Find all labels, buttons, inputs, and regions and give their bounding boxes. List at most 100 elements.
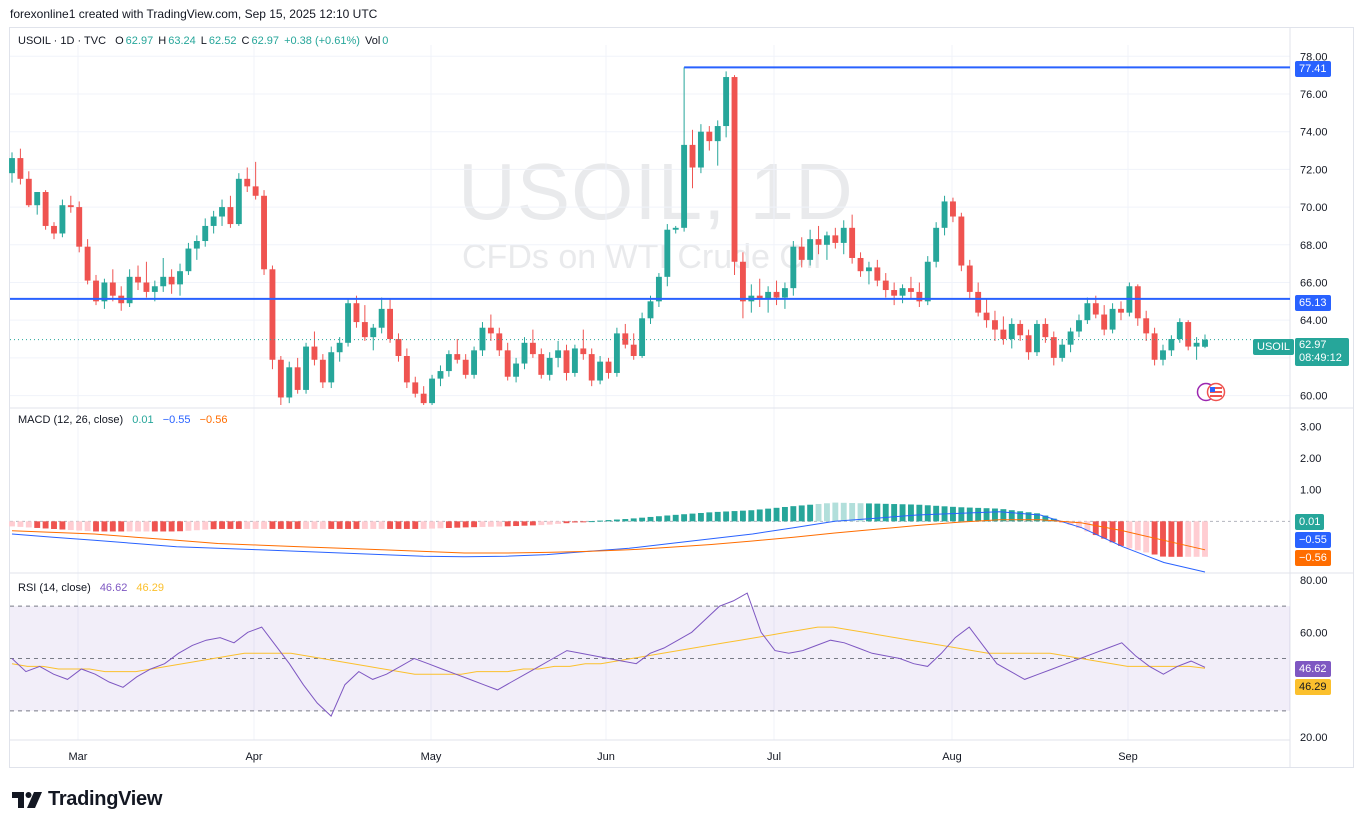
candle-body	[1034, 323, 1040, 353]
candle-body	[479, 327, 486, 351]
candle-body	[975, 291, 982, 313]
macd-histogram-bar	[286, 521, 293, 529]
candle-body	[513, 363, 520, 377]
candle-body	[193, 241, 200, 249]
macd-histogram-bar	[924, 505, 931, 522]
candle-body	[1017, 323, 1024, 336]
signal-line-tag: −0.56	[1295, 550, 1331, 566]
candle-body	[1092, 303, 1099, 315]
candle-body	[1193, 342, 1200, 347]
time-axis-tick: May	[421, 751, 442, 763]
macd-histogram-bar	[151, 521, 158, 532]
candle-body	[823, 235, 830, 245]
candle-body	[277, 359, 284, 398]
candle-body	[647, 301, 654, 319]
macd-histogram-bar	[706, 512, 713, 522]
candle-body	[445, 354, 452, 372]
macd-histogram-bar	[235, 521, 242, 529]
candle-body	[462, 359, 469, 375]
candle-body	[966, 265, 973, 292]
candle-body	[798, 246, 805, 260]
candle-body	[899, 288, 906, 296]
price-axis-tick: 70.00	[1300, 202, 1328, 214]
candle-body	[471, 350, 478, 375]
candle-body	[269, 269, 276, 360]
candle-body	[504, 350, 511, 377]
macd-histogram-bar	[412, 521, 419, 529]
brand-name: TradingView	[48, 788, 163, 810]
price-axis-tick: 68.00	[1300, 240, 1328, 252]
time-axis-tick: Mar	[69, 751, 88, 763]
candle-body	[210, 216, 217, 226]
legend-volume: 0	[382, 35, 389, 47]
macd-histogram-bar	[538, 521, 545, 526]
macd-histogram-bar	[798, 505, 805, 522]
rsi-legend-ma: 46.29	[136, 582, 164, 594]
macd-legend: MACD (12, 26, close) 0.01 −0.55 −0.56	[18, 414, 229, 426]
candle-body	[1050, 337, 1057, 358]
macd-histogram-bar	[546, 521, 553, 525]
candle-body	[252, 186, 259, 196]
macd-legend-hist: 0.01	[132, 414, 154, 426]
macd-histogram-bar	[857, 503, 864, 522]
candle-body	[849, 227, 856, 258]
candle-body	[681, 144, 688, 228]
macd-histogram-bar	[336, 521, 343, 529]
candle-body	[1151, 333, 1158, 360]
macd-histogram-bar	[504, 521, 511, 527]
rsi-legend: RSI (14, close) 46.62 46.29	[18, 582, 166, 594]
candle-body	[1008, 323, 1015, 340]
macd-histogram-bar	[25, 521, 32, 528]
macd-histogram-bar	[681, 514, 688, 522]
macd-histogram-bar	[723, 511, 730, 522]
candle-body	[151, 286, 158, 292]
macd-histogram-bar	[84, 521, 91, 532]
candle-body	[387, 308, 394, 340]
candle-body	[891, 290, 898, 296]
candle-body	[42, 192, 49, 226]
us-event-flag-icon[interactable]	[1196, 382, 1228, 402]
macd-histogram-bar	[823, 503, 830, 522]
legend-low: 62.52	[208, 35, 237, 47]
macd-histogram-bar	[496, 521, 503, 527]
candle-body	[487, 327, 494, 334]
candle-body	[235, 178, 242, 225]
rsi-axis-tick: 80.00	[1300, 575, 1328, 587]
price-axis-tick: 76.00	[1300, 89, 1328, 101]
last-price-tag: 62.97 08:49:12	[1295, 338, 1349, 366]
macd-histogram-bar	[177, 521, 183, 532]
price-axis-tick: 72.00	[1300, 164, 1328, 176]
price-axis-tick: 60.00	[1300, 391, 1328, 403]
macd-histogram-bar	[219, 521, 225, 529]
candle-body	[723, 77, 730, 127]
macd-histogram-bar	[1202, 521, 1208, 557]
rsi-ma-tag: 46.29	[1295, 679, 1331, 695]
macd-histogram-bar	[1168, 521, 1175, 557]
macd-histogram-bar	[933, 505, 940, 522]
candle-body	[496, 333, 503, 351]
macd-histogram-bar	[773, 507, 780, 522]
candle-body	[563, 350, 570, 373]
macd-histogram-bar	[697, 512, 704, 522]
candle-body	[202, 225, 209, 242]
candle-body	[916, 291, 923, 302]
candle-body	[59, 205, 66, 234]
candle-body	[25, 178, 32, 206]
candle-body	[395, 339, 402, 356]
candle-body	[529, 342, 536, 355]
candle-body	[840, 227, 847, 243]
macd-histogram-bar	[160, 521, 167, 532]
macd-histogram-bar	[143, 521, 150, 532]
macd-histogram-bar	[1134, 521, 1141, 551]
candle-body	[412, 382, 419, 394]
macd-histogram-bar	[227, 521, 234, 529]
candle-body	[924, 261, 931, 302]
macd-histogram-bar	[403, 521, 410, 529]
macd-histogram-bar	[571, 521, 578, 523]
candle-body	[109, 282, 116, 296]
candle-body	[403, 355, 410, 383]
macd-histogram-bar	[353, 521, 360, 529]
macd-axis-tick: 2.00	[1300, 453, 1321, 465]
macd-histogram-bar	[361, 521, 368, 529]
macd-histogram-bar	[513, 521, 520, 527]
